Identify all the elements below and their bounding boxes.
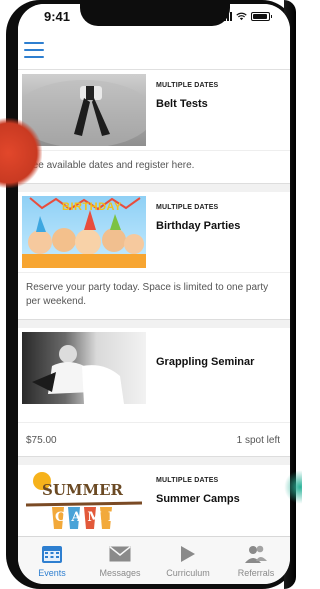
- birthday-image: BIRTHDAY: [22, 196, 146, 268]
- summer-camp-image: SUMMER CAMP: [22, 469, 146, 536]
- event-tag: MULTIPLE DATES: [156, 204, 219, 211]
- battery-icon: [251, 11, 272, 21]
- event-card-grappling-seminar[interactable]: Grappling Seminar $75.00 1 spot left: [18, 328, 290, 457]
- app-header: [18, 30, 290, 70]
- tab-messages[interactable]: Messages: [86, 537, 154, 584]
- envelope-icon: [107, 543, 133, 565]
- events-list[interactable]: MULTIPLE DATES Belt Tests See available …: [18, 70, 290, 536]
- battery-level: [253, 13, 267, 19]
- calendar-icon: [39, 543, 65, 565]
- event-card-summer-camps[interactable]: SUMMER CAMP MULTIPLE DATES Summer Camps: [18, 465, 290, 536]
- camp-logo-top-text: SUMMER: [42, 481, 124, 499]
- camp-logo-bottom-text: CAMP: [55, 510, 124, 525]
- event-tag: [156, 340, 254, 350]
- tab-bar: Events Messages Curriculum Referrals: [18, 536, 290, 584]
- people-icon: [243, 543, 269, 565]
- event-description: See available dates and register here.: [18, 150, 290, 183]
- event-card-birthday-parties[interactable]: BIRTHDAY MULTIPLE DATES Birthday Parties…: [18, 192, 290, 320]
- tab-label: Curriculum: [166, 568, 210, 578]
- birthday-banner-text: BIRTHDAY: [62, 201, 122, 213]
- event-card-belt-tests[interactable]: MULTIPLE DATES Belt Tests See available …: [18, 70, 290, 184]
- tab-referrals[interactable]: Referrals: [222, 537, 290, 584]
- decorative-red-blob: [0, 118, 42, 188]
- event-description: Reserve your party today. Space is limit…: [18, 272, 290, 319]
- decorative-teal-blob: [284, 470, 302, 504]
- hamburger-menu-icon[interactable]: [24, 42, 44, 58]
- tab-label: Referrals: [237, 568, 275, 578]
- tab-label: Messages: [99, 568, 141, 578]
- grappling-image: [22, 332, 146, 404]
- phone-notch: [80, 4, 230, 26]
- event-title: Grappling Seminar: [156, 356, 255, 368]
- event-tag: MULTIPLE DATES: [156, 82, 219, 89]
- tab-events[interactable]: Events: [18, 537, 86, 584]
- event-title: Birthday Parties: [156, 220, 241, 232]
- wifi-icon: [236, 12, 247, 20]
- event-title: Summer Camps: [156, 493, 240, 505]
- app-screen: 9:41 MULTIPLE DATES Belt Tests See avail…: [18, 4, 290, 584]
- status-time: 9:41: [44, 9, 71, 24]
- event-title: Belt Tests: [156, 98, 208, 110]
- tab-label: Events: [38, 568, 66, 578]
- event-price: $75.00: [26, 435, 57, 446]
- tab-curriculum[interactable]: Curriculum: [154, 537, 222, 584]
- event-tag: MULTIPLE DATES: [156, 477, 219, 484]
- play-icon: [175, 543, 201, 565]
- event-spots-left: 1 spot left: [236, 435, 280, 446]
